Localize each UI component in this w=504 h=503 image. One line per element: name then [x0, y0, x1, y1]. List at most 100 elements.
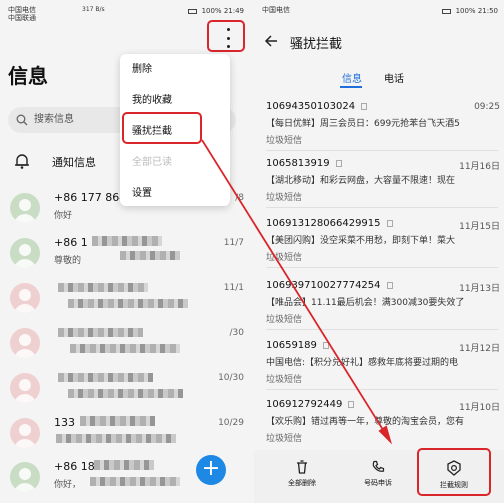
tab-messages[interactable]: 信息 [342, 70, 362, 85]
menu-item-delete[interactable]: 删除 [120, 54, 230, 85]
carrier-2: 中国联通 [8, 14, 36, 22]
spam-tag: 垃圾短信 [266, 434, 303, 444]
conversation-date: /8 [235, 193, 244, 203]
sim-icon [361, 103, 368, 110]
message-body: 中国电信:【积分兑好礼】感救年底将要过期的电 [266, 358, 459, 368]
redacted-block [120, 251, 180, 260]
spam-tag: 垃圾短信 [266, 136, 303, 146]
search-placeholder: 搜索信息 [34, 114, 74, 125]
spam-message-item[interactable]: 10694350103024 09:25 【每日优鲜】周三会员日：699元抢苯台… [264, 101, 500, 158]
number-appeal-button[interactable]: 号码申诉 [338, 460, 418, 488]
spam-message-item[interactable]: 1065813919 11月16日 【湖北移动】和彩云网盘，大容量不限速！现在 … [264, 158, 500, 215]
new-message-button[interactable]: + [196, 455, 226, 485]
avatar [10, 418, 40, 448]
redacted-block [90, 477, 180, 486]
conversation-item[interactable]: 133 10/29 [10, 412, 246, 456]
divider [266, 267, 498, 268]
message-body: 【美团闪购】没空采菜不用愁，即刻下单！菜大 [266, 236, 456, 246]
avatar [10, 462, 40, 492]
spam-tag: 垃圾短信 [266, 193, 303, 203]
sender-number: 1065813919 [266, 158, 330, 169]
redacted-block [56, 434, 176, 443]
redacted-block [94, 460, 154, 470]
conversation-item[interactable]: 10/30 [10, 367, 246, 411]
conversation-item[interactable]: 11/1 [10, 277, 246, 321]
avatar [10, 373, 40, 403]
battery-icon [188, 8, 198, 14]
net-speed: 317 B/s [82, 6, 105, 13]
message-body: 【欢乐购】错过再等一年，尊敬的淘宝会员，您有 [266, 417, 465, 427]
sim-icon [335, 160, 342, 167]
conversation-date: 10/30 [218, 373, 244, 383]
trash-icon [297, 460, 307, 474]
divider [266, 150, 498, 151]
redacted-block [68, 389, 183, 398]
status-time: 21:50 [477, 7, 498, 15]
active-tab-indicator [340, 86, 362, 88]
sender-number: 106912792449 [266, 399, 343, 410]
battery-level: 100% [455, 7, 476, 15]
redacted-block [80, 416, 155, 426]
spam-message-item[interactable]: 106939710027774254 11月13日 【唯品会】11.11最后机会… [264, 280, 500, 337]
notice-label: 通知信息 [52, 156, 96, 169]
divider [266, 329, 498, 330]
redacted-block [70, 344, 180, 353]
block-rules-highlight [417, 448, 491, 496]
message-date: 11月10日 [459, 403, 500, 413]
delete-all-label: 全部删除 [288, 479, 316, 487]
status-time: 21:49 [223, 7, 244, 15]
avatar [10, 238, 40, 268]
carrier-1: 中国电信 [8, 6, 36, 14]
battery-level: 100% [201, 7, 222, 15]
conversation-date: 11/1 [223, 283, 244, 293]
spam-menu-highlight [122, 112, 202, 144]
message-body: 【每日优鲜】周三会员日：699元抢苯台飞天酒5 [266, 119, 460, 129]
redacted-block [92, 236, 162, 246]
divider [266, 207, 498, 208]
conversation-item[interactable]: +86 1 尊敬的 11/7 [10, 232, 246, 276]
delete-all-button[interactable]: 全部删除 [262, 460, 342, 488]
message-date: 09:25 [474, 102, 500, 112]
status-bar: 中国电信 100% 21:50 [254, 0, 504, 22]
spam-tag: 垃圾短信 [266, 375, 303, 385]
battery-icon [442, 8, 452, 14]
more-highlight [207, 20, 245, 52]
spam-message-item[interactable]: 106913128066429915 11月15日 【美团闪购】没空采菜不用愁，… [264, 218, 500, 275]
sender-number: 106939710027774254 [266, 280, 381, 291]
message-body: 【唯品会】11.11最后机会！满300减30要失效了 [266, 298, 465, 308]
back-arrow-icon[interactable] [264, 34, 278, 48]
search-icon [16, 114, 28, 126]
redacted-block [58, 373, 153, 382]
message-date: 11月13日 [459, 284, 500, 294]
sender-number: 10659189 [266, 340, 317, 351]
spam-block-screen: 中国电信 100% 21:50 骚扰拦截 信息 电话 1069435010302… [254, 0, 504, 503]
carrier-1: 中国电信 [262, 6, 290, 14]
conversation-snippet: 你好， [54, 480, 82, 490]
message-body: 【湖北移动】和彩云网盘，大容量不限速！现在 [266, 176, 456, 186]
spam-message-item[interactable]: 10659189 11月12日 中国电信:【积分兑好礼】感救年底将要过期的电 垃… [264, 340, 500, 397]
avatar [10, 283, 40, 313]
menu-item-mark-all-read: 全部已读 [132, 157, 172, 168]
redacted-block [58, 283, 148, 292]
avatar [10, 328, 40, 358]
sim-icon [386, 220, 393, 227]
divider [266, 389, 498, 390]
conversation-item[interactable]: /30 [10, 322, 246, 366]
menu-item-settings[interactable]: 设置 [120, 178, 230, 209]
sim-icon [386, 282, 393, 289]
redacted-block [68, 299, 188, 308]
number-appeal-label: 号码申诉 [364, 479, 392, 487]
conversation-name: +86 18 [54, 460, 95, 473]
conversation-date: 11/7 [223, 238, 244, 248]
messages-screen: 中国电信 中国联通 317 B/s 100% 21:49 信息 搜索信息 通知信… [0, 0, 250, 503]
phone-icon [372, 460, 385, 472]
conversation-snippet: 你好 [54, 211, 73, 221]
sim-icon [322, 342, 329, 349]
conversation-name: 133 [54, 416, 75, 429]
spam-tag: 垃圾短信 [266, 253, 303, 263]
page-title: 信息 [8, 64, 48, 88]
page-title: 骚扰拦截 [290, 37, 343, 52]
conversation-date: /30 [229, 328, 244, 338]
message-date: 11月15日 [459, 222, 500, 232]
tab-calls[interactable]: 电话 [384, 70, 404, 85]
